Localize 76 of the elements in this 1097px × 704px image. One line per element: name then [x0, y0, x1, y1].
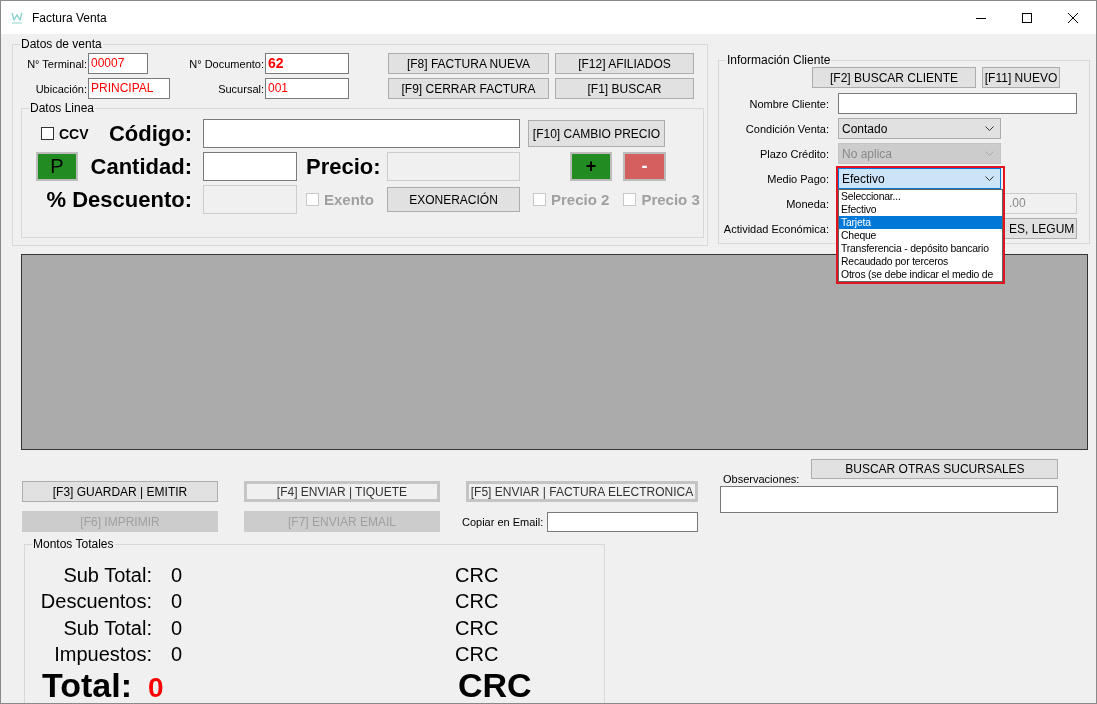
dropdown-option[interactable]: Cheque — [839, 229, 1002, 242]
group-title: Datos de venta — [20, 38, 103, 51]
total-value: 0 — [170, 590, 184, 614]
currency-label: CRC — [455, 643, 500, 667]
field-label: Condición Venta: — [744, 122, 830, 135]
total-value: 0 — [170, 616, 184, 640]
group-title: Montos Totales — [32, 538, 115, 551]
action-button[interactable]: [F4] ENVIAR | TIQUETE — [244, 481, 440, 502]
dropdown-option[interactable]: Seleccionar... — [839, 190, 1002, 203]
input-field[interactable] — [838, 93, 1077, 114]
close-icon — [1068, 12, 1078, 23]
field-label: Actividad Económica: — [722, 222, 830, 235]
total-value: 0 — [170, 563, 184, 587]
dropdown-option[interactable]: Efectivo — [839, 203, 1002, 216]
code-field[interactable] — [203, 119, 520, 148]
toolbar-button[interactable]: [F1] BUSCAR — [555, 78, 694, 99]
input-field[interactable]: 001 — [265, 78, 349, 99]
dropdown-option[interactable]: Recaudado por terceros — [839, 255, 1002, 268]
field-label: N° Documento: — [188, 57, 265, 70]
notes-field[interactable] — [720, 486, 1058, 513]
input-field[interactable]: 00007 — [88, 53, 148, 74]
chevron-icon — [985, 126, 994, 131]
quantity-field[interactable] — [203, 152, 297, 181]
input-field[interactable]: 62 — [265, 53, 349, 74]
ccv-checkbox[interactable]: CCV — [41, 125, 89, 142]
field-label: % Descuento: — [46, 186, 192, 213]
field-label: Sucursal: — [217, 82, 265, 95]
group-title: Datos Linea — [29, 102, 96, 115]
action-button[interactable]: [F5] ENVIAR | FACTURA ELECTRONICA — [466, 481, 698, 502]
window-title: Factura Venta — [32, 10, 107, 25]
field-label: Medio Pago: — [766, 172, 830, 185]
email-field[interactable] — [547, 511, 698, 532]
dropdown[interactable]: Efectivo — [838, 168, 1001, 189]
dropdown[interactable]: Contado — [838, 118, 1001, 139]
client-button[interactable]: [F11] NUEVO — [982, 67, 1060, 88]
total-label: Impuestos: — [53, 643, 152, 667]
currency-label: CRC — [455, 563, 500, 587]
field-label: Cantidad: — [90, 153, 192, 180]
search-branches-button[interactable]: BUSCAR OTRAS SUCURSALES — [811, 459, 1059, 479]
toolbar-button[interactable]: [F8] FACTURA NUEVA — [388, 53, 549, 74]
field-label: Código: — [108, 120, 192, 147]
maximize-icon — [1022, 12, 1032, 23]
toolbar-button[interactable]: [F12] AFILIADOS — [555, 53, 694, 74]
action-button[interactable]: [F3] GUARDAR | EMITIR — [22, 481, 218, 502]
input-field[interactable]: PRINCIPAL — [88, 78, 170, 99]
total-label: Sub Total: — [62, 563, 152, 587]
field-label: Plazo Crédito: — [758, 147, 830, 160]
field-label: Ubicación: — [34, 82, 88, 95]
p-button[interactable]: P — [36, 152, 78, 181]
field-label: N° Terminal: — [26, 57, 88, 70]
total-value: 0 — [170, 643, 184, 667]
field-label: Nombre Cliente: — [748, 97, 830, 110]
dropdown-option[interactable]: Tarjeta — [839, 216, 1002, 229]
client-button[interactable]: [F2] BUSCAR CLIENTE — [812, 67, 976, 88]
field-label: Observaciones: — [723, 473, 801, 485]
total-value: 0 — [147, 671, 165, 703]
group-title: Información Cliente — [726, 54, 832, 67]
currency-label: CRC — [458, 668, 533, 702]
field-label: Copiar en Email: — [462, 515, 545, 528]
add-button[interactable]: + — [570, 152, 612, 181]
exoneration-button[interactable]: EXONERACIÓN — [387, 187, 520, 212]
change-price-button[interactable]: [F10] CAMBIO PRECIO — [528, 120, 665, 147]
field-label: Moneda: — [785, 197, 830, 210]
currency-label: CRC — [455, 616, 500, 640]
chevron-icon — [985, 151, 994, 156]
total-label: Sub Total: — [62, 616, 152, 640]
remove-button[interactable]: - — [623, 152, 666, 181]
field-label: Precio: — [306, 153, 382, 180]
dropdown-option[interactable]: Otros (se debe indicar el medio de — [839, 268, 1002, 281]
chevron-icon — [985, 176, 994, 181]
total-label: Total: — [41, 668, 133, 702]
total-label: Descuentos: — [39, 590, 152, 614]
currency-label: CRC — [455, 590, 500, 614]
toolbar-button[interactable]: [F9] CERRAR FACTURA — [388, 78, 549, 99]
app-icon — [11, 10, 23, 25]
dropdown-option[interactable]: Transferencia - depósito bancario — [839, 242, 1002, 255]
